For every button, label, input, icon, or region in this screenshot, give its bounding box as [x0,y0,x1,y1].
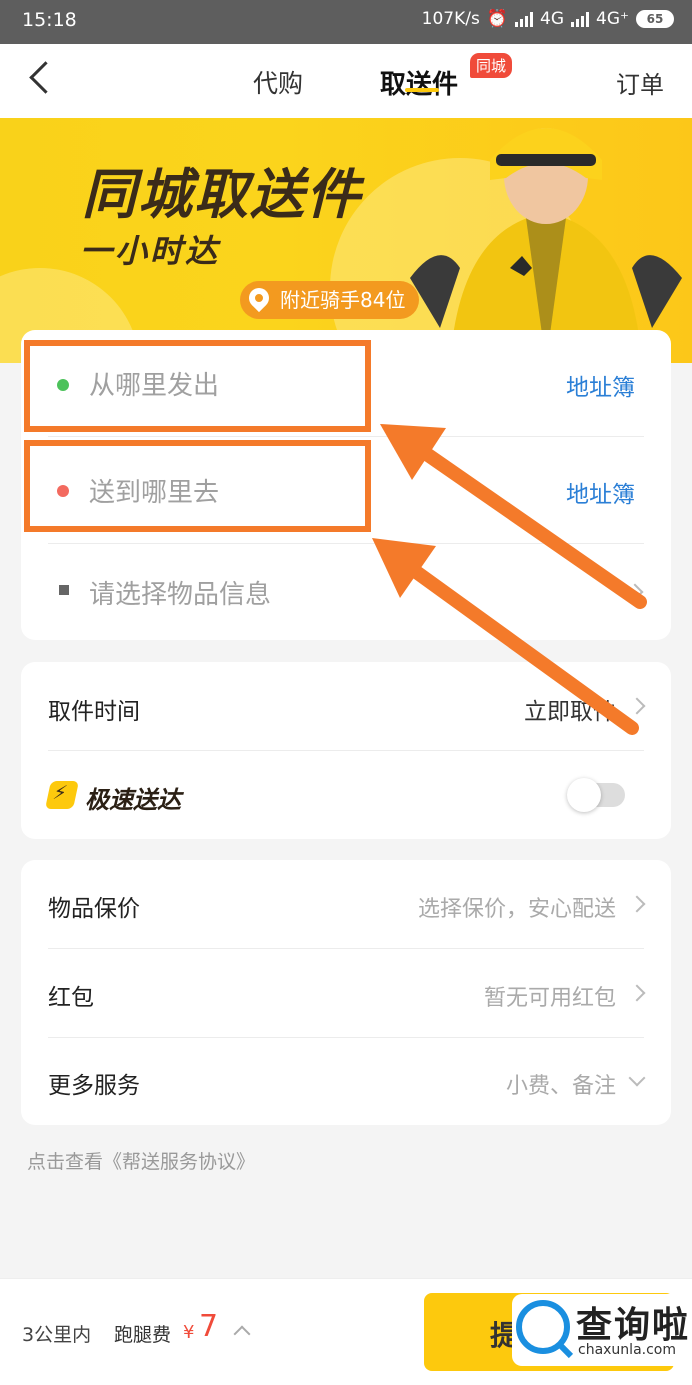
insurance-label: 物品保价 [48,896,140,922]
fee-price: 7 [199,1309,219,1344]
chevron-right-icon [628,984,646,1002]
active-tab-indicator [405,88,439,92]
network-type-2: 4G⁺ [596,9,629,29]
pickup-time-value[interactable]: 立即取件 [524,692,616,726]
chevron-down-icon [628,1069,646,1087]
service-agreement-link[interactable]: 点击查看《帮送服务协议》 [27,1147,255,1174]
watermark-url: chaxunla.com [578,1342,676,1358]
item-info-row[interactable]: 请选择物品信息 [21,544,671,640]
toggle-knob [567,778,601,812]
red-packet-label: 红包 [48,985,94,1011]
lightning-icon [45,781,79,809]
item-square-icon [59,585,69,595]
network-speed: 107K/s [421,9,480,29]
from-address-book-link[interactable]: 地址簿 [566,368,635,402]
nearby-riders-text: 附近骑手84位 [280,288,406,312]
orders-link[interactable]: 订单 [616,65,664,100]
same-city-badge: 同城 [470,53,513,78]
chevron-up-icon[interactable] [233,1325,251,1343]
insurance-value[interactable]: 选择保价，安心配送 [418,891,616,923]
promo-banner[interactable]: 同城取送件 一小时达 附近骑手84位 [0,118,692,363]
highlight-box-from [24,340,371,432]
express-label: 极速送达 [85,786,181,814]
more-services-value[interactable]: 小费、备注 [506,1068,616,1100]
banner-title: 同城取送件 [82,163,362,226]
nearby-riders-pill: 附近骑手84位 [240,281,420,319]
watermark-text: 查询啦 [576,1305,691,1346]
chevron-right-icon [628,697,646,715]
pickup-time-row[interactable]: 取件时间 立即取件 [21,662,671,750]
tab-qusongjian[interactable]: 取送件 [380,64,458,101]
tab-daigou[interactable]: 代购 [253,64,303,100]
status-icons: 107K/s ⏰ 4G 4G⁺ 65 [422,9,674,29]
distance-label: 3公里内 [22,1324,92,1346]
red-packet-value[interactable]: 暂无可用红包 [484,980,616,1012]
express-toggle[interactable] [567,778,625,812]
courier-illustration [410,128,682,363]
to-address-book-link[interactable]: 地址簿 [566,475,635,509]
banner-subtitle: 一小时达 [80,232,221,270]
top-navbar: 代购 取送件 同城 订单 [0,44,692,118]
battery-icon: 65 [636,10,674,28]
back-arrow-icon[interactable] [29,61,62,94]
extras-card: 物品保价 选择保价，安心配送 红包 暂无可用红包 更多服务 小费、备注 [21,860,671,1125]
red-packet-row[interactable]: 红包 暂无可用红包 [21,949,671,1037]
network-type-1: 4G [540,9,565,29]
chevron-right-icon [628,895,646,913]
alarm-icon: ⏰ [486,9,509,29]
more-services-label: 更多服务 [48,1073,140,1099]
more-services-row[interactable]: 更多服务 小费、备注 [21,1038,671,1125]
highlight-box-to [24,440,371,532]
pickup-card: 取件时间 立即取件 极速送达 [21,662,671,839]
express-row: 极速送达 [21,751,671,839]
signal-icon [515,11,534,27]
status-time: 15:18 [22,9,77,31]
status-bar: 15:18 107K/s ⏰ 4G 4G⁺ 65 [0,0,692,44]
item-info-input[interactable]: 请选择物品信息 [89,574,271,611]
currency-symbol: ¥ [183,1322,195,1343]
search-logo-icon [516,1300,570,1354]
pickup-time-label: 取件时间 [48,699,140,725]
insurance-row[interactable]: 物品保价 选择保价，安心配送 [21,860,671,948]
signal-icon [571,11,590,27]
fee-label: 跑腿费 [114,1324,172,1346]
watermark: 查询啦 chaxunla.com [512,1294,690,1366]
location-pin-icon [244,283,274,313]
chevron-right-icon [626,583,644,601]
